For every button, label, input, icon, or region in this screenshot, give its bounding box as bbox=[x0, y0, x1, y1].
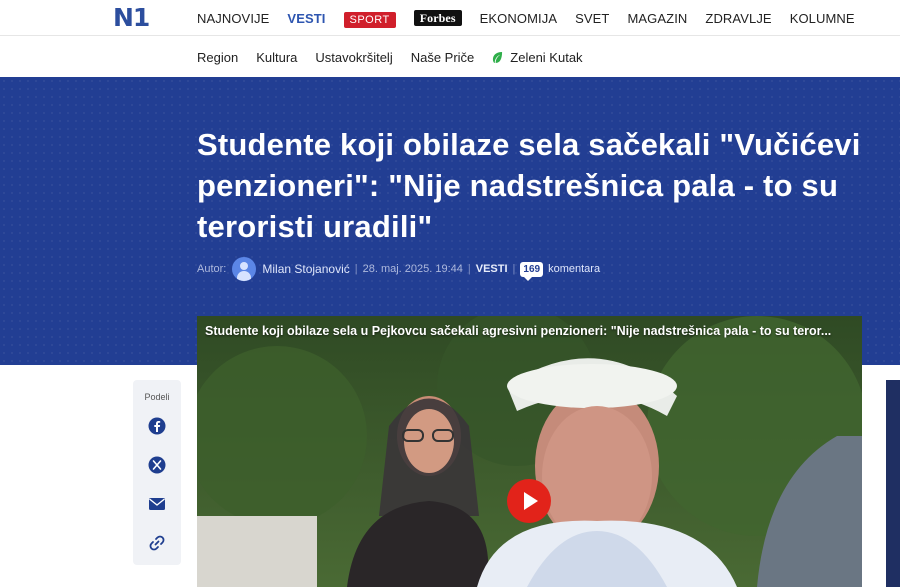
comments-link[interactable]: 169 komentara bbox=[520, 261, 601, 281]
author-name[interactable]: Milan Stojanović bbox=[262, 262, 349, 276]
nav-zdravlje[interactable]: ZDRAVLJE bbox=[705, 11, 771, 26]
n1-logo[interactable]: N1 bbox=[113, 3, 150, 32]
meta-separator: | bbox=[512, 263, 516, 275]
subnav-zeleni-kutak[interactable]: Zeleni Kutak bbox=[492, 49, 583, 65]
x-share-button[interactable] bbox=[147, 455, 167, 475]
nav-forbes[interactable]: Forbes bbox=[413, 10, 462, 26]
play-button[interactable] bbox=[507, 479, 551, 523]
sub-bar: Region Kultura Ustavokršitelj Naše Priče… bbox=[0, 37, 900, 77]
share-label: Podeli bbox=[144, 392, 170, 402]
main-nav: NAJNOVIJE VESTI SPORT Forbes EKONOMIJA S… bbox=[197, 0, 873, 36]
copy-link-button[interactable] bbox=[147, 533, 167, 553]
sub-nav: Region Kultura Ustavokršitelj Naše Priče… bbox=[197, 37, 601, 77]
video-player[interactable]: Studente koji obilaze sela u Pejkovcu sa… bbox=[197, 316, 862, 587]
author-avatar[interactable] bbox=[232, 257, 257, 281]
subnav-nase-price[interactable]: Naše Priče bbox=[411, 50, 475, 65]
right-panel-edge bbox=[886, 380, 900, 587]
comments-label: komentara bbox=[548, 263, 601, 275]
article-headline: Studente koji obilaze sela sačekali "Vuč… bbox=[197, 127, 861, 244]
top-bar: N1 NAJNOVIJE VESTI SPORT Forbes EKONOMIJ… bbox=[0, 0, 900, 36]
nav-magazin[interactable]: MAGAZIN bbox=[627, 11, 687, 26]
sport-badge: SPORT bbox=[343, 11, 396, 28]
nav-sport[interactable]: SPORT bbox=[343, 11, 396, 28]
video-title: Studente koji obilaze sela u Pejkovcu sa… bbox=[205, 324, 832, 338]
video-thumbnail bbox=[197, 316, 862, 587]
subnav-ustavokrsitelj[interactable]: Ustavokršitelj bbox=[315, 50, 392, 65]
forbes-badge: Forbes bbox=[413, 10, 462, 26]
link-icon bbox=[149, 535, 165, 551]
nav-ekonomija[interactable]: EKONOMIJA bbox=[480, 11, 557, 26]
email-share-button[interactable] bbox=[147, 494, 167, 514]
email-icon bbox=[149, 498, 165, 510]
nav-najnovije[interactable]: NAJNOVIJE bbox=[197, 11, 269, 26]
publish-date: 28. maj. 2025. 19:44 bbox=[362, 263, 463, 275]
share-panel: Podeli bbox=[133, 380, 181, 565]
meta-separator: | bbox=[354, 263, 358, 275]
zeleni-kutak-label: Zeleni Kutak bbox=[510, 49, 583, 65]
x-icon bbox=[148, 456, 166, 474]
subnav-kultura[interactable]: Kultura bbox=[256, 50, 297, 65]
nav-vesti[interactable]: VESTI bbox=[287, 11, 325, 26]
facebook-icon bbox=[148, 417, 166, 435]
meta-separator: | bbox=[467, 263, 471, 275]
subnav-region[interactable]: Region bbox=[197, 50, 238, 65]
author-label: Autor: bbox=[197, 263, 227, 275]
nav-svet[interactable]: SVET bbox=[575, 11, 609, 26]
article-meta: Autor: Milan Stojanović | 28. maj. 2025.… bbox=[197, 256, 600, 282]
comment-count-badge: 169 bbox=[520, 261, 544, 281]
nav-kolumne[interactable]: KOLUMNE bbox=[790, 11, 855, 26]
leaf-icon bbox=[493, 51, 503, 63]
article-category[interactable]: VESTI bbox=[476, 263, 508, 275]
facebook-share-button[interactable] bbox=[147, 416, 167, 436]
